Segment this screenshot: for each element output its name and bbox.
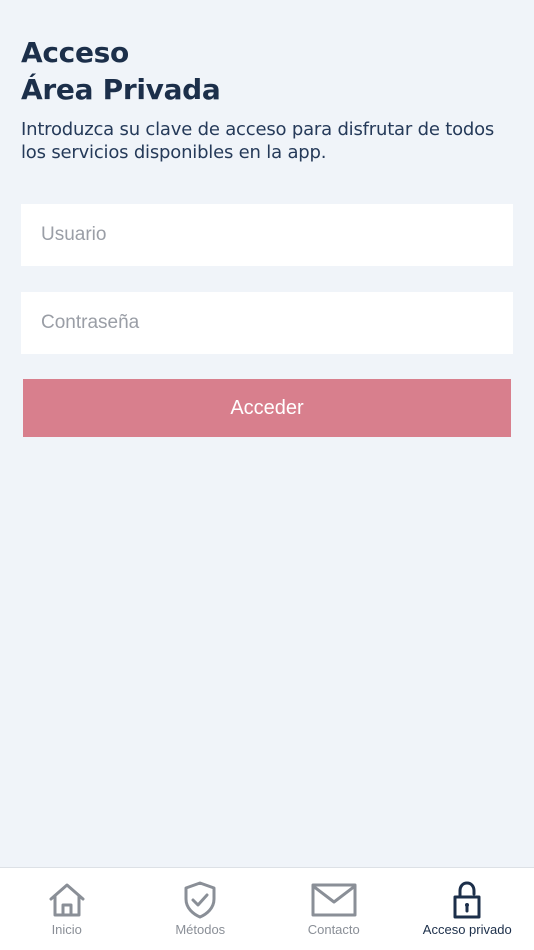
tab-contacto-label: Contacto — [307, 922, 360, 937]
tab-contacto[interactable]: Contacto — [267, 868, 401, 950]
tab-acceso-privado-label: Acceso privado — [422, 922, 512, 937]
mail-icon — [311, 883, 357, 917]
username-input[interactable] — [21, 204, 513, 266]
page-title-line-1: Acceso — [21, 36, 129, 69]
home-icon — [49, 883, 85, 917]
page-title: Acceso Área Privada — [21, 34, 221, 108]
tab-metodos[interactable]: Métodos — [134, 868, 268, 950]
tab-inicio-label: Inicio — [51, 922, 82, 937]
bottom-tab-bar: Inicio Métodos Contacto Acceso privado — [0, 867, 534, 950]
lock-icon — [453, 881, 481, 919]
login-button[interactable]: Acceder — [23, 379, 511, 437]
shield-check-icon — [184, 881, 216, 919]
tab-inicio[interactable]: Inicio — [0, 868, 134, 950]
page-title-line-2: Área Privada — [21, 73, 221, 106]
tab-acceso-privado[interactable]: Acceso privado — [401, 868, 534, 950]
page-description: Introduzca su clave de acceso para disfr… — [21, 119, 495, 163]
password-input[interactable] — [21, 292, 513, 354]
tab-metodos-label: Métodos — [175, 922, 226, 937]
